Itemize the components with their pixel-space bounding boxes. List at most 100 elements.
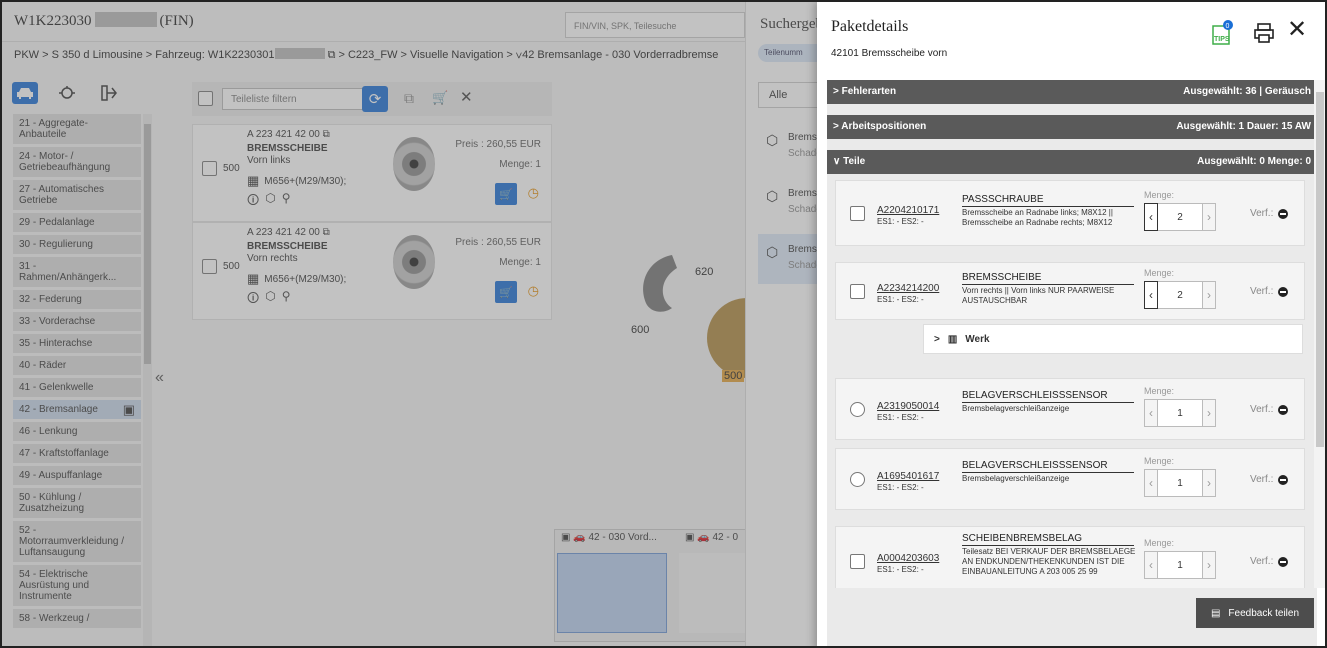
decrement-button[interactable]: ‹ — [1144, 551, 1158, 579]
close-icon[interactable]: ✕ — [1287, 18, 1307, 42]
quantity-stepper[interactable]: ‹ 2 › — [1144, 280, 1216, 310]
nav-item[interactable]: 30 - Regulierung — [13, 235, 141, 257]
refresh-icon[interactable]: ⟳ — [362, 86, 388, 112]
package-icon[interactable]: ⬡ — [265, 191, 275, 212]
section-header[interactable]: > Arbeitspositionen Ausgewählt: 1 Dauer: … — [827, 115, 1317, 139]
quantity-stepper[interactable]: ‹ 1 › — [1144, 468, 1216, 498]
werk-toggle[interactable]: > ▥ Werk — [923, 324, 1303, 354]
quantity-value[interactable]: 1 — [1158, 469, 1202, 497]
panel-scrollbar[interactable] — [1314, 80, 1325, 588]
nav-item[interactable]: 21 - Aggregate-Anbauteile — [13, 114, 141, 147]
nav-item[interactable]: 32 - Federung — [13, 290, 141, 312]
quantity-stepper[interactable]: ‹ 1 › — [1144, 398, 1216, 428]
part-number[interactable]: A0004203603 — [877, 553, 939, 564]
nav-item[interactable]: 52 - Motorraumverkleidung / Luftansaugun… — [13, 521, 141, 565]
part-number[interactable]: A 223 421 42 00 ⧉ — [247, 129, 330, 140]
engine-icon[interactable] — [54, 82, 80, 104]
nav-item[interactable]: 58 - Werkzeug / — [13, 609, 141, 631]
diagram-label[interactable]: 500 — [722, 370, 745, 382]
nav-item[interactable]: 31 - Rahmen/Anhängerk... — [13, 257, 141, 290]
nav-item[interactable]: 29 - Pedalanlage — [13, 213, 141, 235]
quantity-value[interactable]: 1 — [1158, 551, 1202, 579]
quantity-value[interactable]: 1 — [1158, 399, 1202, 427]
nav-item[interactable]: 49 - Auspuffanlage — [13, 466, 141, 488]
increment-button[interactable]: › — [1202, 469, 1216, 497]
part-checkbox[interactable] — [850, 284, 865, 299]
add-to-cart-button[interactable]: 🛒 — [495, 183, 517, 205]
nav-item[interactable]: 24 - Motor- / Getriebeaufhängung — [13, 147, 141, 180]
nav-item[interactable]: 40 - Räder — [13, 356, 141, 378]
nav-item[interactable]: 35 - Hinterachse — [13, 334, 141, 356]
zoom-icon[interactable]: ⚲ — [282, 191, 291, 212]
nav-item[interactable]: 42 - Bremsanlage ▣ — [13, 400, 141, 422]
copy-icon[interactable]: ⧉ — [404, 90, 414, 107]
nav-item[interactable]: 27 - Automatisches Getriebe — [13, 180, 141, 213]
view-switcher — [12, 82, 122, 104]
package-icon[interactable]: ⬡ — [265, 289, 275, 310]
part-row[interactable]: 500 A 223 421 42 00 ⧉ BREMSSCHEIBE Vorn … — [192, 124, 552, 222]
part-row[interactable]: 500 A 223 421 42 00 ⧉ BREMSSCHEIBE Vorn … — [192, 222, 552, 320]
increment-button[interactable]: › — [1202, 551, 1216, 579]
decrement-button[interactable]: ‹ — [1144, 281, 1158, 309]
part-name: BREMSSCHEIBE — [962, 272, 1134, 285]
thumb-tab[interactable]: ▣ 🚗 42 - 0 — [685, 532, 738, 543]
copy-icon[interactable]: ⧉ — [323, 129, 330, 140]
tips-icon[interactable]: TIPS 0 — [1210, 20, 1233, 45]
decrement-button[interactable]: ‹ — [1144, 399, 1158, 427]
section-header[interactable]: > Fehlerarten Ausgewählt: 36 | Geräusch — [827, 80, 1317, 104]
part-number[interactable]: A2234214200 — [877, 283, 939, 294]
part-radio[interactable] — [850, 402, 865, 417]
nav-item[interactable]: 33 - Vorderachse — [13, 312, 141, 334]
print-icon[interactable] — [1253, 22, 1275, 44]
part-number[interactable]: A2204210171 — [877, 205, 939, 216]
part-checkbox[interactable] — [202, 161, 217, 176]
nav-item[interactable]: 47 - Kraftstoffanlage — [13, 444, 141, 466]
part-desc: Teilesatz BEI VERKAUF DER BREMSBELAEGE A… — [962, 547, 1136, 576]
part-radio[interactable] — [850, 472, 865, 487]
part-checkbox[interactable] — [850, 206, 865, 221]
nav-scrollbar[interactable] — [143, 114, 152, 646]
increment-button[interactable]: › — [1202, 203, 1216, 231]
filter-chip[interactable]: Teilenumm — [758, 44, 826, 62]
copy-icon[interactable]: ⧉ — [328, 49, 336, 61]
increment-button[interactable]: › — [1202, 399, 1216, 427]
feedback-button[interactable]: ▤ Feedback teilen — [1196, 598, 1314, 628]
part-number[interactable]: A2319050014 — [877, 401, 939, 412]
part-checkbox[interactable] — [850, 554, 865, 569]
nav-item[interactable]: 50 - Kühlung / Zusatzheizung — [13, 488, 141, 521]
nav-item[interactable]: 46 - Lenkung — [13, 422, 141, 444]
part-number[interactable]: A1695401617 — [877, 471, 939, 482]
car-icon[interactable] — [12, 82, 38, 104]
add-to-cart-button[interactable]: 🛒 — [495, 281, 517, 303]
thumbnail-image[interactable] — [557, 553, 667, 633]
axle-icon[interactable] — [96, 82, 122, 104]
copy-icon[interactable]: ⧉ — [323, 227, 330, 238]
part-checkbox[interactable] — [202, 259, 217, 274]
clear-filter-icon[interactable]: ✕ — [460, 88, 473, 106]
cart-icon[interactable]: 🛒 — [432, 90, 448, 106]
clock-icon[interactable]: ◷ — [528, 185, 539, 201]
clock-icon[interactable]: ◷ — [528, 283, 539, 299]
increment-button[interactable]: › — [1202, 281, 1216, 309]
nav-item[interactable]: 41 - Gelenkwelle — [13, 378, 141, 400]
collapse-sidebar-button[interactable]: « — [155, 369, 164, 387]
diagram-label[interactable]: 620 — [695, 266, 713, 278]
thumb-tab[interactable]: ▣ 🚗 42 - 030 Vord... — [561, 532, 657, 543]
nav-item[interactable]: 54 - Elektrische Ausrüstung und Instrume… — [13, 565, 141, 609]
panel-footer: ▤ Feedback teilen — [827, 588, 1317, 646]
zoom-icon[interactable]: ⚲ — [282, 289, 291, 310]
decrement-button[interactable]: ‹ — [1144, 203, 1158, 231]
search-input[interactable]: FIN/VIN, SPK, Teilesuche — [565, 12, 745, 38]
quantity-stepper[interactable]: ‹ 1 › — [1144, 550, 1216, 580]
diagram-label[interactable]: 600 — [631, 324, 649, 336]
part-number[interactable]: A 223 421 42 00 ⧉ — [247, 227, 330, 238]
decrement-button[interactable]: ‹ — [1144, 469, 1158, 497]
info-icon[interactable]: 🛈 — [247, 191, 259, 212]
info-icon[interactable]: 🛈 — [247, 289, 259, 310]
section-header[interactable]: ∨ Teile Ausgewählt: 0 Menge: 0 — [827, 150, 1317, 174]
quantity-stepper[interactable]: ‹ 2 › — [1144, 202, 1216, 232]
quantity-value[interactable]: 2 — [1158, 203, 1202, 231]
quantity-value[interactable]: 2 — [1158, 281, 1202, 309]
filter-input[interactable]: Teileliste filtern — [222, 88, 372, 110]
select-all-checkbox[interactable] — [198, 91, 213, 106]
